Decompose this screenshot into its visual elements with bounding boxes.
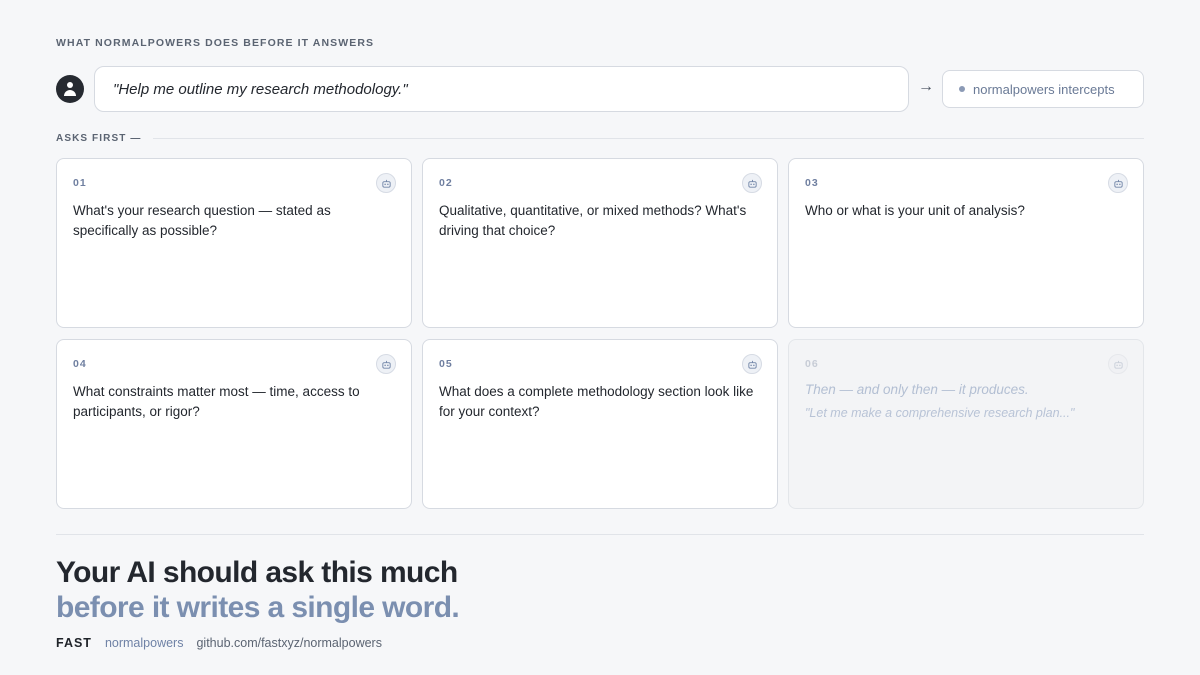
robot-icon — [376, 173, 396, 193]
robot-icon — [376, 354, 396, 374]
card-number: 03 — [805, 177, 819, 189]
card-number: 01 — [73, 177, 87, 189]
brand-logo: FAST — [56, 636, 92, 650]
question-grid: 01 What's your research question — state… — [56, 158, 1144, 509]
intercept-badge: normalpowers intercepts — [942, 70, 1144, 108]
final-output-card: 06 Then — and only then — it produces. "… — [788, 339, 1144, 509]
headline: Your AI should ask this much before it w… — [56, 555, 460, 625]
question-card: 04 What constraints matter most — time, … — [56, 339, 412, 509]
robot-icon — [1108, 173, 1128, 193]
question-text: Qualitative, quantitative, or mixed meth… — [439, 203, 747, 238]
question-text: What constraints matter most — time, acc… — [73, 384, 360, 419]
question-card: 02 Qualitative, quantitative, or mixed m… — [422, 158, 778, 328]
user-icon — [56, 75, 84, 103]
eyebrow-heading: WHAT NORMALPOWERS DOES BEFORE IT ANSWERS — [56, 37, 375, 49]
section-label-text: ASKS FIRST — — [56, 132, 142, 144]
user-prompt-field: "Help me outline my research methodology… — [94, 66, 909, 112]
final-quote: "Let me make a comprehensive research pl… — [805, 406, 1075, 420]
robot-icon — [742, 173, 762, 193]
card-number: 06 — [805, 358, 819, 370]
divider — [56, 534, 1144, 535]
repo-link[interactable]: github.com/fastxyz/normalpowers — [196, 636, 382, 650]
question-text: What does a complete methodology section… — [439, 384, 754, 419]
robot-icon — [742, 354, 762, 374]
prompt-row: "Help me outline my research methodology… — [56, 66, 1144, 112]
status-dot-icon — [959, 86, 965, 92]
question-text: What's your research question — stated a… — [73, 203, 331, 238]
intercept-label: normalpowers intercepts — [973, 81, 1115, 97]
arrow-right-icon: → — [918, 78, 934, 95]
question-card: 05 What does a complete methodology sect… — [422, 339, 778, 509]
final-statement: Then — and only then — it produces. — [805, 382, 1029, 397]
product-name: normalpowers — [104, 636, 184, 650]
card-number: 04 — [73, 358, 87, 370]
question-card: 01 What's your research question — state… — [56, 158, 412, 328]
user-prompt-text: "Help me outline my research methodology… — [113, 80, 408, 98]
section-rule — [153, 137, 1144, 139]
question-card: 03 Who or what is your unit of analysis? — [788, 158, 1144, 328]
robot-icon — [1108, 354, 1128, 374]
card-number: 05 — [439, 358, 453, 370]
card-number: 02 — [439, 177, 453, 189]
headline-line-1: Your AI should ask this much — [56, 556, 458, 589]
headline-line-2: before it writes a single word. — [56, 591, 460, 624]
question-text: Who or what is your unit of analysis? — [805, 203, 1025, 218]
section-label: ASKS FIRST — — [56, 132, 1144, 144]
footer: FAST normalpowers github.com/fastxyz/nor… — [56, 636, 382, 650]
